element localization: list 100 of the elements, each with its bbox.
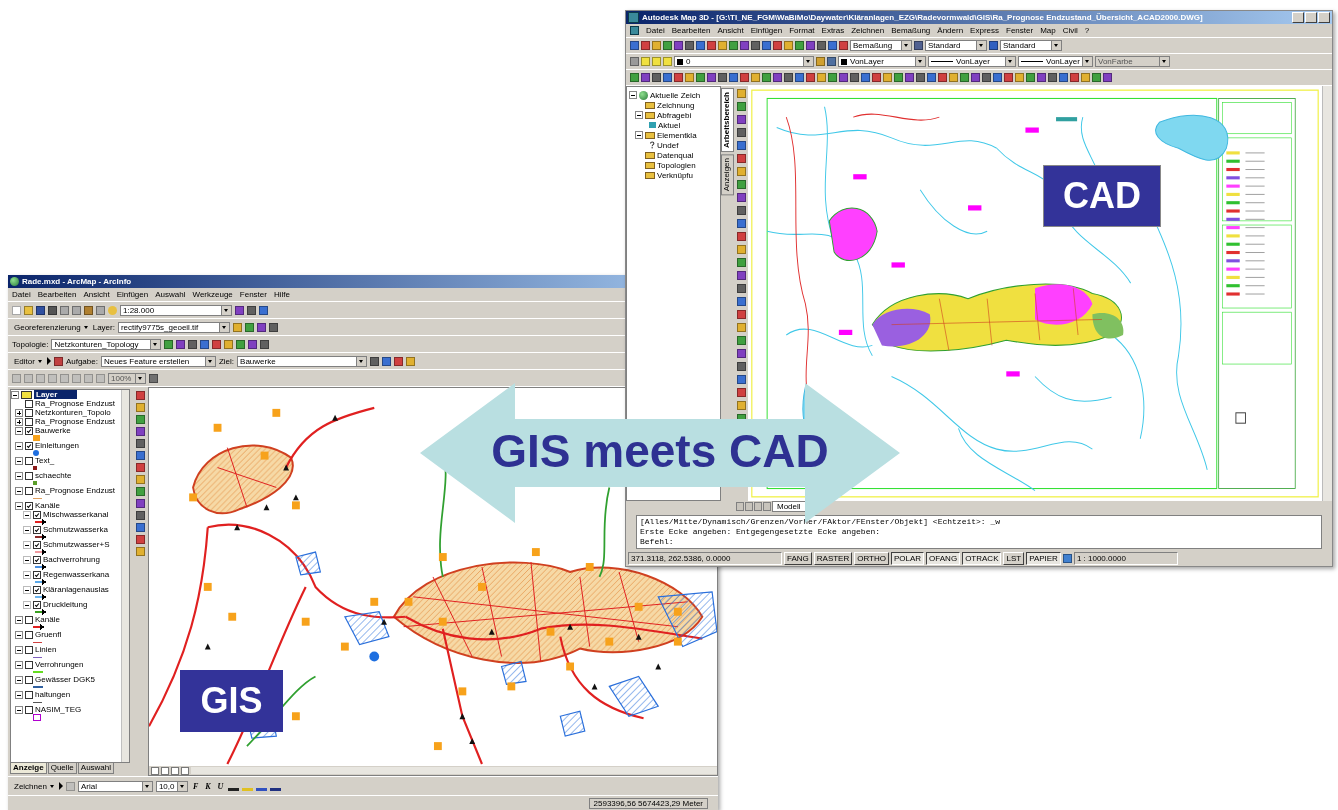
text-style-dropdown[interactable]: Standard <box>925 40 987 51</box>
layer-checkbox[interactable] <box>25 471 33 480</box>
tree-item[interactable]: Zeichnung <box>657 100 695 110</box>
menu-item[interactable]: Bearbeiten <box>671 26 711 35</box>
text-style-button[interactable]: F <box>190 781 201 791</box>
collapse-icon[interactable] <box>635 131 643 139</box>
close-icon[interactable] <box>1318 12 1330 23</box>
menu-item[interactable]: Ansicht <box>717 26 744 35</box>
text-style-button[interactable]: U <box>215 781 226 791</box>
layer-checkbox[interactable] <box>25 675 33 684</box>
layer-checkbox[interactable] <box>25 615 33 624</box>
collapse-icon[interactable] <box>23 540 31 549</box>
table-style-dropdown[interactable]: Standard <box>1000 40 1062 51</box>
lineweight-dropdown[interactable]: VonLayer <box>1018 56 1093 67</box>
layer-checkbox[interactable] <box>25 417 33 426</box>
menu-item[interactable]: Extras <box>821 26 845 35</box>
georeferencing-menu[interactable]: Georeferenzierung <box>12 322 90 332</box>
layer-name[interactable]: Kläranlagenauslas <box>43 585 109 594</box>
menu-item[interactable]: Einfügen <box>750 26 783 35</box>
color-dropdown[interactable]: VonLayer <box>838 56 926 67</box>
layer-name[interactable]: haltungen <box>35 690 71 699</box>
pencil-icon[interactable] <box>53 356 63 366</box>
menu-item[interactable]: Ansicht <box>83 290 110 299</box>
layer-name[interactable]: Gruenfl <box>35 630 62 639</box>
layer-name[interactable]: schaechte <box>35 471 72 480</box>
text-style-button[interactable]: K <box>203 781 213 791</box>
collapse-icon[interactable] <box>11 390 19 399</box>
layer-name[interactable]: Mischwasserkanal <box>43 510 109 519</box>
collapse-icon[interactable] <box>15 471 23 480</box>
minimize-icon[interactable] <box>1292 12 1304 23</box>
menu-item[interactable]: Werkzeuge <box>192 290 233 299</box>
collapse-icon[interactable] <box>23 555 31 564</box>
layer-name[interactable]: Linien <box>35 645 57 654</box>
menu-item[interactable]: Format <box>789 26 815 35</box>
collapse-icon[interactable] <box>23 525 31 534</box>
layout-tab[interactable]: Modell <box>772 501 806 512</box>
font-size-dropdown[interactable]: 10,0 <box>155 780 188 792</box>
layer-checkbox[interactable] <box>25 399 33 408</box>
collapse-icon[interactable] <box>15 630 23 639</box>
tree-item[interactable]: Topologien <box>657 160 696 170</box>
panel-tab[interactable]: Anzeige <box>10 763 47 774</box>
layer-checkbox[interactable] <box>25 705 33 714</box>
task-dropdown[interactable]: Neues Feature erstellen <box>100 355 216 367</box>
layer-name[interactable]: Bachverrohrung <box>43 555 100 564</box>
target-dropdown[interactable]: Bauwerke <box>237 355 368 367</box>
menu-item[interactable]: Ändern <box>937 26 964 35</box>
menu-item[interactable]: Zeichnen <box>851 26 885 35</box>
layer-checkbox[interactable] <box>33 570 41 579</box>
layer-name[interactable]: Ra_Prognose Endzust <box>35 486 116 495</box>
linetype-dropdown[interactable]: VonLayer <box>928 56 1016 67</box>
collapse-icon[interactable] <box>15 675 23 684</box>
tree-item[interactable]: Abfragebi <box>657 110 692 120</box>
menu-item[interactable]: Civil <box>1062 26 1078 35</box>
menu-item[interactable]: ? <box>1084 26 1090 35</box>
layer-name[interactable]: Einleitungen <box>35 441 80 450</box>
layer-name[interactable]: Schmutzwasser+S <box>43 540 110 549</box>
collapse-icon[interactable] <box>23 570 31 579</box>
pointer-icon[interactable] <box>46 357 51 365</box>
collapse-icon[interactable] <box>635 111 643 119</box>
layer-checkbox[interactable] <box>25 660 33 669</box>
collapse-icon[interactable] <box>629 91 637 99</box>
collapse-icon[interactable] <box>15 705 23 714</box>
menu-item[interactable]: Einfügen <box>116 290 149 299</box>
tree-item[interactable]: Aktuel <box>658 120 681 130</box>
menu-item[interactable]: Datei <box>646 26 665 35</box>
layer-name[interactable]: Kanäle <box>35 615 60 624</box>
topology-dropdown[interactable]: Netzkonturen_Topology <box>51 338 162 350</box>
status-toggle[interactable]: FANG <box>784 552 812 565</box>
layer-name[interactable]: Druckleitung <box>43 600 88 609</box>
layer-checkbox[interactable] <box>25 630 33 639</box>
panel-tab[interactable]: Anzeigen <box>721 154 734 196</box>
status-toggle[interactable]: PAPIER <box>1026 552 1061 565</box>
scale-dropdown[interactable]: 1:28.000 <box>120 304 232 316</box>
collapse-icon[interactable] <box>23 585 31 594</box>
scrollbar[interactable] <box>121 390 129 762</box>
layer-name[interactable]: Regenwasserkana <box>43 570 110 579</box>
panel-tab[interactable]: Quelle <box>47 763 77 774</box>
menu-item[interactable]: Hilfe <box>273 290 290 299</box>
layer-checkbox[interactable] <box>25 426 33 435</box>
layer-name[interactable]: Ra_Prognose Endzust <box>35 417 116 426</box>
layer-name[interactable]: Netzkonturen_Topolo <box>35 408 111 417</box>
layer-checkbox[interactable] <box>33 600 41 609</box>
scrollbar[interactable] <box>1322 86 1332 501</box>
layer-name[interactable]: Gewässer DGK5 <box>35 675 96 684</box>
layer-checkbox[interactable] <box>33 540 41 549</box>
menu-item[interactable]: Bearbeiten <box>37 290 77 299</box>
font-dropdown[interactable]: Arial <box>77 780 153 792</box>
status-toggle[interactable]: OFANG <box>926 552 961 565</box>
menu-item[interactable]: Fenster <box>239 290 267 299</box>
collapse-icon[interactable] <box>15 486 23 495</box>
menu-item[interactable]: Auswahl <box>155 290 186 299</box>
tree-item[interactable]: Aktuelle Zeich <box>650 90 701 100</box>
layer-name[interactable]: NASIM_TEG <box>35 705 82 714</box>
collapse-icon[interactable] <box>15 441 23 450</box>
collapse-icon[interactable] <box>15 615 23 624</box>
layer-checkbox[interactable] <box>25 408 33 417</box>
status-toggle[interactable]: POLAR <box>891 552 925 565</box>
maximize-icon[interactable] <box>1305 12 1317 23</box>
layer-dropdown[interactable]: rectify9775s_geoeil.tif <box>117 321 230 333</box>
layer-name[interactable]: Bauwerke <box>35 426 71 435</box>
